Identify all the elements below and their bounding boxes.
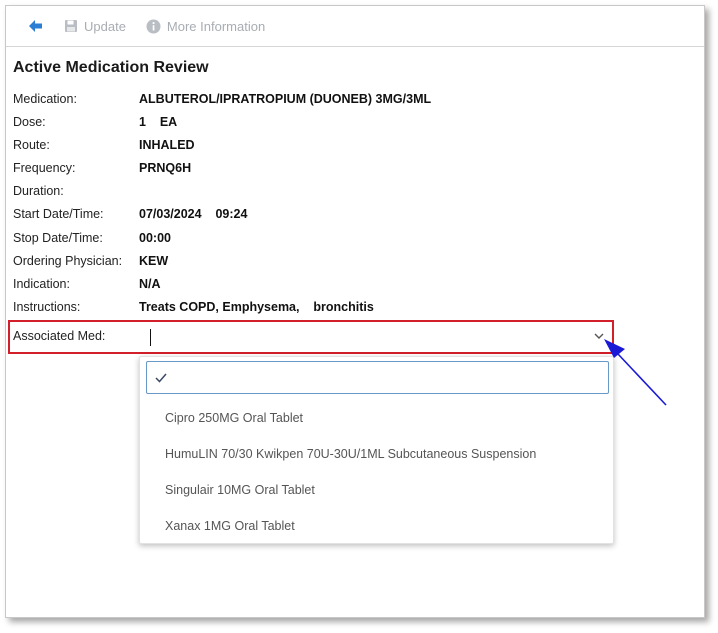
field-value: Treats COPD, Emphysema, bronchitis: [139, 300, 374, 314]
field-value: 07/03/2024 09:24: [139, 207, 248, 221]
back-button[interactable]: [28, 19, 44, 33]
chevron-down-icon[interactable]: [594, 333, 604, 340]
more-information-button[interactable]: More Information: [146, 19, 265, 34]
field-label: Instructions:: [13, 300, 81, 314]
toolbar: Update More Information: [6, 6, 704, 47]
field-duration: Duration:: [13, 182, 139, 200]
more-information-label: More Information: [166, 18, 266, 34]
field-label: Medication:: [13, 92, 77, 106]
associated-med-combobox[interactable]: [142, 324, 611, 352]
field-label: Frequency:: [13, 161, 76, 175]
dropdown-option-blank[interactable]: [146, 361, 609, 394]
field-label: Duration:: [13, 184, 64, 198]
field-value: 00:00: [139, 231, 171, 245]
field-label: Indication:: [13, 277, 70, 291]
medication-review-window: Update More Information Active Medicatio…: [5, 5, 705, 618]
associated-med-label: Associated Med:: [13, 329, 106, 343]
field-indication: Indication: N/A: [13, 275, 161, 293]
dropdown-option[interactable]: Singulair 10MG Oral Tablet: [165, 483, 315, 497]
field-label: Start Date/Time:: [13, 207, 104, 221]
field-start-date-time: Start Date/Time: 07/03/2024 09:24: [13, 205, 247, 223]
back-arrow-icon: [29, 20, 42, 32]
field-label: Stop Date/Time:: [13, 231, 103, 245]
update-label: Update: [84, 18, 126, 34]
field-dose: Dose: 1 EA: [13, 113, 177, 131]
text-cursor: [150, 329, 151, 346]
info-icon: [146, 19, 161, 33]
associated-med-dropdown-list: Cipro 250MG Oral Tablet HumuLIN 70/30 Kw…: [139, 356, 614, 544]
field-stop-date-time: Stop Date/Time: 00:00: [13, 229, 171, 247]
field-ordering-physician: Ordering Physician: KEW: [13, 252, 168, 270]
save-disk-icon: [65, 20, 77, 32]
field-instructions: Instructions: Treats COPD, Emphysema, br…: [13, 298, 374, 316]
dropdown-option[interactable]: Cipro 250MG Oral Tablet: [165, 411, 303, 425]
field-label: Route:: [13, 138, 50, 152]
dropdown-option[interactable]: HumuLIN 70/30 Kwikpen 70U-30U/1ML Subcut…: [165, 447, 536, 461]
field-label: Ordering Physician:: [13, 254, 123, 268]
field-value: INHALED: [139, 138, 195, 152]
dropdown-option[interactable]: Xanax 1MG Oral Tablet: [165, 519, 295, 533]
page-title: Active Medication Review: [13, 59, 209, 76]
field-frequency: Frequency: PRNQ6H: [13, 159, 191, 177]
field-label: Dose:: [13, 115, 46, 129]
field-value: ALBUTEROL/IPRATROPIUM (DUONEB) 3MG/3ML: [139, 92, 432, 106]
field-value: 1 EA: [139, 115, 178, 129]
field-value: KEW: [139, 254, 169, 268]
field-medication: Medication: ALBUTEROL/IPRATROPIUM (DUONE…: [13, 90, 431, 108]
update-button[interactable]: Update: [64, 19, 126, 34]
field-value: N/A: [139, 277, 161, 291]
field-route: Route: INHALED: [13, 136, 195, 154]
checkmark-icon: [155, 373, 167, 383]
field-value: PRNQ6H: [139, 161, 192, 175]
